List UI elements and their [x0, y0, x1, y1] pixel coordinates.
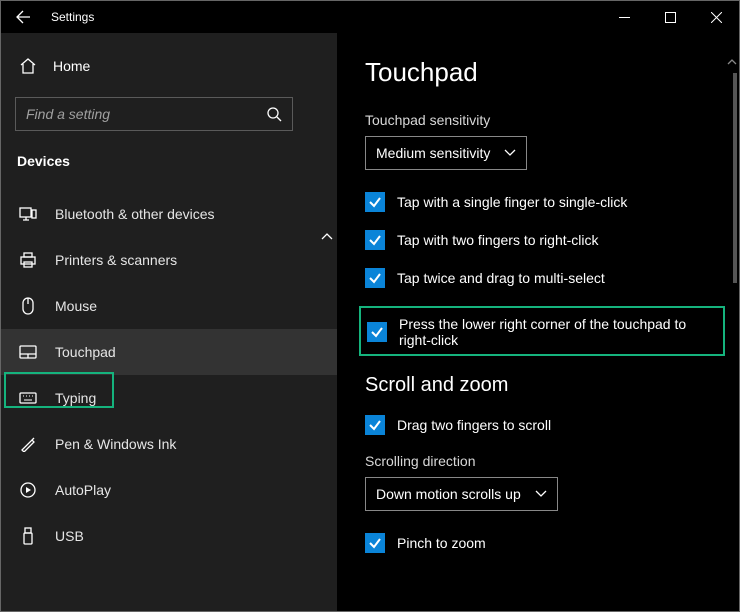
- sensitivity-combo[interactable]: Medium sensitivity: [365, 136, 527, 170]
- home-nav[interactable]: Home: [1, 45, 337, 87]
- pen-icon: [19, 436, 37, 452]
- checkbox-label: Tap with a single finger to single-click: [397, 194, 627, 210]
- sidebar-item-label: Pen & Windows Ink: [55, 436, 176, 452]
- checkbox-drag-scroll[interactable]: Drag two fingers to scroll: [365, 415, 739, 435]
- page-heading: Touchpad: [365, 57, 739, 88]
- checkbox-tap-two[interactable]: Tap with two fingers to right-click: [365, 230, 739, 250]
- checkbox-label: Pinch to zoom: [397, 535, 486, 551]
- sidebar-item-label: Mouse: [55, 298, 97, 314]
- checkbox-lower-right-highlighted[interactable]: Press the lower right corner of the touc…: [359, 306, 725, 356]
- home-icon: [19, 57, 37, 75]
- sidebar-item-typing[interactable]: Typing: [1, 375, 337, 421]
- minimize-button[interactable]: [601, 1, 647, 33]
- checkbox-label: Tap with two fingers to right-click: [397, 232, 599, 248]
- chevron-up-icon[interactable]: [321, 233, 333, 241]
- titlebar: Settings: [1, 1, 739, 33]
- scrollbar-thumb[interactable]: [733, 73, 737, 283]
- chevron-down-icon: [535, 490, 547, 498]
- checkbox-tap-drag[interactable]: Tap twice and drag to multi-select: [365, 268, 739, 288]
- search-input[interactable]: [26, 106, 266, 122]
- sidebar-item-label: Bluetooth & other devices: [55, 206, 215, 222]
- scroll-dir-label: Scrolling direction: [365, 453, 739, 469]
- sidebar-item-label: Typing: [55, 390, 96, 406]
- sidebar-item-mouse[interactable]: Mouse: [1, 283, 337, 329]
- checkbox-icon: [365, 268, 385, 288]
- sidebar-item-printers[interactable]: Printers & scanners: [1, 237, 337, 283]
- back-button[interactable]: [1, 1, 45, 33]
- maximize-button[interactable]: [647, 1, 693, 33]
- sidebar-item-bluetooth[interactable]: Bluetooth & other devices: [1, 191, 337, 237]
- main-content: Touchpad Touchpad sensitivity Medium sen…: [337, 33, 739, 611]
- checkbox-icon: [365, 533, 385, 553]
- printer-icon: [19, 252, 37, 268]
- scroll-dir-value: Down motion scrolls up: [376, 486, 521, 502]
- keyboard-icon: [19, 392, 37, 404]
- search-field[interactable]: [15, 97, 293, 131]
- checkbox-icon: [365, 415, 385, 435]
- sidebar-item-autoplay[interactable]: AutoPlay: [1, 467, 337, 513]
- sidebar-item-label: Printers & scanners: [55, 252, 177, 268]
- sidebar: Home Devices Bluetoot: [1, 33, 337, 611]
- checkbox-pinch-zoom[interactable]: Pinch to zoom: [365, 533, 739, 553]
- checkbox-icon: [367, 322, 387, 342]
- sidebar-item-touchpad[interactable]: Touchpad: [1, 329, 337, 375]
- checkbox-label: Tap twice and drag to multi-select: [397, 270, 605, 286]
- checkbox-label: Drag two fingers to scroll: [397, 417, 551, 433]
- chevron-down-icon: [504, 149, 516, 157]
- touchpad-icon: [19, 345, 37, 359]
- checkbox-tap-single[interactable]: Tap with a single finger to single-click: [365, 192, 739, 212]
- search-icon: [266, 106, 282, 122]
- window-controls: [601, 1, 739, 33]
- sensitivity-label: Touchpad sensitivity: [365, 112, 739, 128]
- sidebar-item-label: Touchpad: [55, 344, 116, 360]
- sidebar-item-label: USB: [55, 528, 84, 544]
- sidebar-item-label: AutoPlay: [55, 482, 111, 498]
- close-button[interactable]: [693, 1, 739, 33]
- home-label: Home: [53, 58, 90, 74]
- sidebar-item-usb[interactable]: USB: [1, 513, 337, 559]
- category-heading: Devices: [1, 131, 337, 169]
- sidebar-item-pen[interactable]: Pen & Windows Ink: [1, 421, 337, 467]
- window-title: Settings: [45, 10, 94, 24]
- checkbox-icon: [365, 230, 385, 250]
- mouse-icon: [19, 297, 37, 315]
- scroll-zoom-heading: Scroll and zoom: [365, 374, 739, 397]
- checkbox-label: Press the lower right corner of the touc…: [399, 316, 717, 348]
- usb-icon: [19, 527, 37, 545]
- nav-list: Bluetooth & other devices Printers & sca…: [1, 191, 337, 559]
- checkbox-icon: [365, 192, 385, 212]
- scroll-up-icon[interactable]: [727, 59, 737, 66]
- devices-icon: [19, 206, 37, 222]
- settings-window: Settings Home: [0, 0, 740, 612]
- autoplay-icon: [19, 482, 37, 498]
- scroll-dir-combo[interactable]: Down motion scrolls up: [365, 477, 558, 511]
- sensitivity-value: Medium sensitivity: [376, 145, 490, 161]
